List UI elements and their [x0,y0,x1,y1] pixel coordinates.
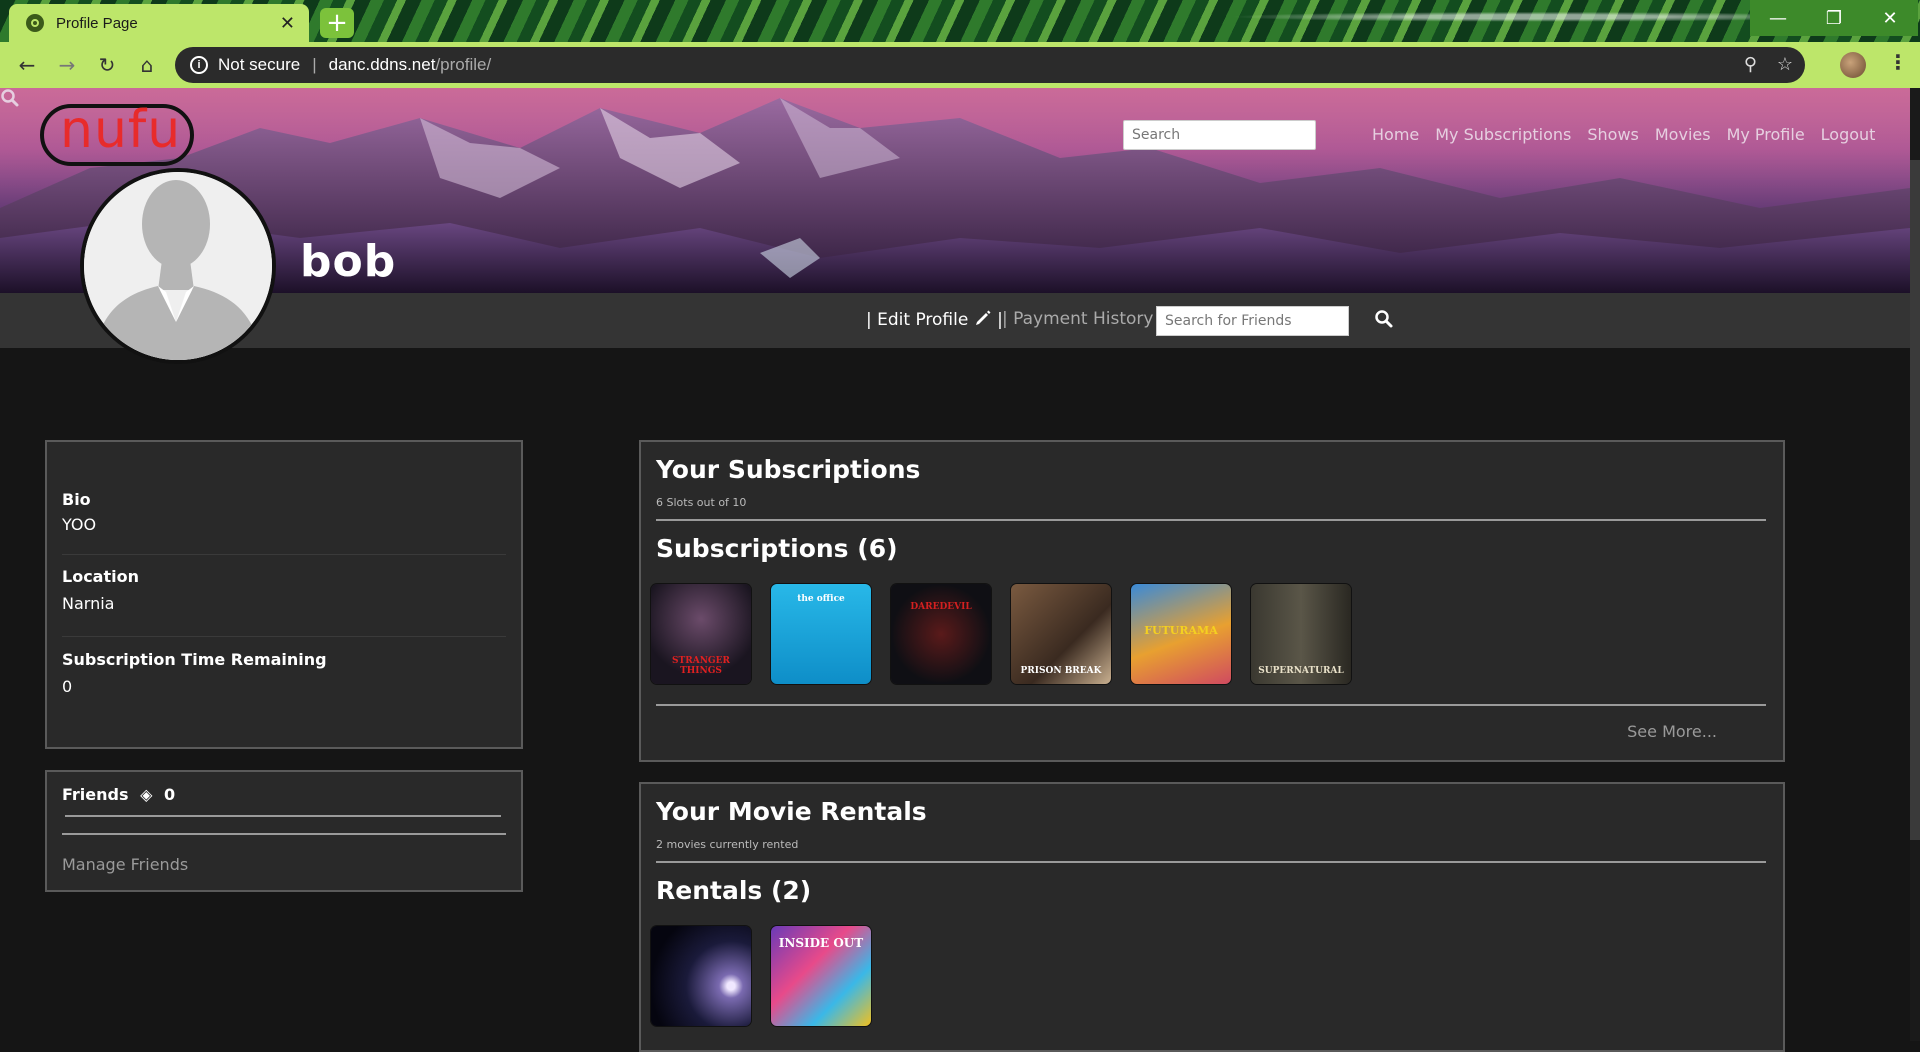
rentals-title: Your Movie Rentals [656,797,927,826]
friend-search-icon[interactable] [1374,309,1394,329]
see-more-link[interactable]: See More... [1627,722,1717,741]
divider [62,636,506,637]
friend-search-input[interactable] [1156,306,1349,336]
divider [62,554,506,555]
location-label: Location [62,567,139,586]
avatar [80,168,276,364]
subscription-posters: STRANGER THINGS the office DAREDEVIL PRI… [651,584,1351,684]
tab-close-icon[interactable]: ✕ [280,13,295,34]
restore-icon[interactable]: ❐ [1806,0,1862,36]
subscriptions-panel: Your Subscriptions 6 Slots out of 10 Sub… [639,440,1785,762]
search-icon[interactable] [0,88,20,108]
bio-label: Bio [62,490,91,509]
address-bar[interactable]: i Not secure | danc.ddns.net/profile/ ⚲ … [175,47,1805,83]
diamond-icon: ◈ [140,785,153,804]
nav-my-profile[interactable]: My Profile [1727,125,1805,144]
nav-logout[interactable]: Logout [1821,125,1876,144]
browser-tab[interactable]: Profile Page ✕ [9,4,309,42]
main-nav: Home My Subscriptions Shows Movies My Pr… [1372,125,1875,144]
poster-daredevil[interactable]: DAREDEVIL [891,584,991,684]
tab-title: Profile Page [56,14,138,32]
default-user-silhouette [84,172,272,360]
edit-profile-label: | Edit Profile [866,310,974,330]
poster-the-office[interactable]: the office [771,584,871,684]
zoom-icon[interactable]: ⚲ [1744,54,1757,75]
bookmark-star-icon[interactable]: ☆ [1777,54,1793,75]
nav-shows[interactable]: Shows [1587,125,1639,144]
nav-my-subscriptions[interactable]: My Subscriptions [1435,125,1571,144]
friends-count: 0 [163,785,176,804]
globe-icon [26,14,44,32]
subscription-time-value: 0 [62,677,73,696]
manage-friends-link[interactable]: Manage Friends [62,855,188,874]
rentals-count: 2 movies currently rented [656,838,799,851]
divider [656,861,1766,863]
location-value: Narnia [62,594,115,613]
poster-prison-break[interactable]: PRISON BREAK [1011,584,1111,684]
nav-home[interactable]: Home [1372,125,1419,144]
new-tab-button[interactable]: + [320,8,354,38]
rentals-panel: Your Movie Rentals 2 movies currently re… [639,782,1785,1052]
close-window-icon[interactable]: ✕ [1862,0,1918,36]
friends-header: Friends ◈ 0 [62,785,175,804]
browser-profile-avatar[interactable] [1840,52,1866,78]
url-path: /profile/ [435,55,492,74]
subscription-time-label: Subscription Time Remaining [62,650,327,669]
divider [65,815,501,817]
reload-icon[interactable]: ↻ [93,51,121,79]
nav-movies[interactable]: Movies [1655,125,1711,144]
url-separator: | [312,55,317,74]
back-icon[interactable]: ← [13,51,41,79]
forward-icon[interactable]: → [53,51,81,79]
profile-header: nufu Home My Subscriptions Shows Movies … [0,88,1910,293]
url-host: danc.ddns.net [328,55,436,74]
mountain-banner [0,98,1910,293]
subscription-slots: 6 Slots out of 10 [656,496,747,509]
poster-futurama[interactable]: FUTURAMA [1131,584,1231,684]
home-icon[interactable]: ⌂ [133,51,161,79]
edit-profile-link[interactable]: | Edit Profile | [866,309,1003,330]
subscriptions-title: Your Subscriptions [656,455,921,484]
site-logo[interactable]: nufu [60,104,181,156]
browser-menu-icon[interactable]: ⋮ [1888,50,1908,74]
poster-inside-out[interactable]: INSIDE OUT [771,926,871,1026]
rentals-heading: Rentals (2) [656,876,812,905]
poster-interstellar[interactable] [651,926,751,1026]
divider [656,519,1766,521]
pencil-icon [975,310,991,325]
friends-label: Friends [62,785,129,804]
profile-info-panel: Bio YOO Location Narnia Subscription Tim… [45,440,523,749]
security-label: Not secure [218,55,301,74]
scrollbar-thumb[interactable] [1910,160,1920,840]
payment-history-link[interactable]: | Payment History | [1002,309,1165,329]
divider [62,833,506,835]
poster-supernatural[interactable]: SUPERNATURAL [1251,584,1351,684]
site-search-input[interactable] [1123,120,1316,150]
browser-toolbar: ← → ↻ ⌂ i Not secure | danc.ddns.net/pro… [0,42,1920,88]
friends-panel: Friends ◈ 0 Manage Friends [45,770,523,892]
poster-stranger-things[interactable]: STRANGER THINGS [651,584,751,684]
divider [656,704,1766,706]
profile-action-bar: | Edit Profile | | Payment History | [0,293,1910,348]
rental-posters: INSIDE OUT [651,926,871,1026]
bio-value: YOO [62,515,97,534]
minimize-icon[interactable]: — [1750,0,1806,36]
profile-username: bob [300,236,397,287]
browser-tab-bar: Profile Page ✕ + — ❐ ✕ [0,0,1920,42]
subscriptions-heading: Subscriptions (6) [656,534,898,563]
info-icon[interactable]: i [190,56,208,74]
